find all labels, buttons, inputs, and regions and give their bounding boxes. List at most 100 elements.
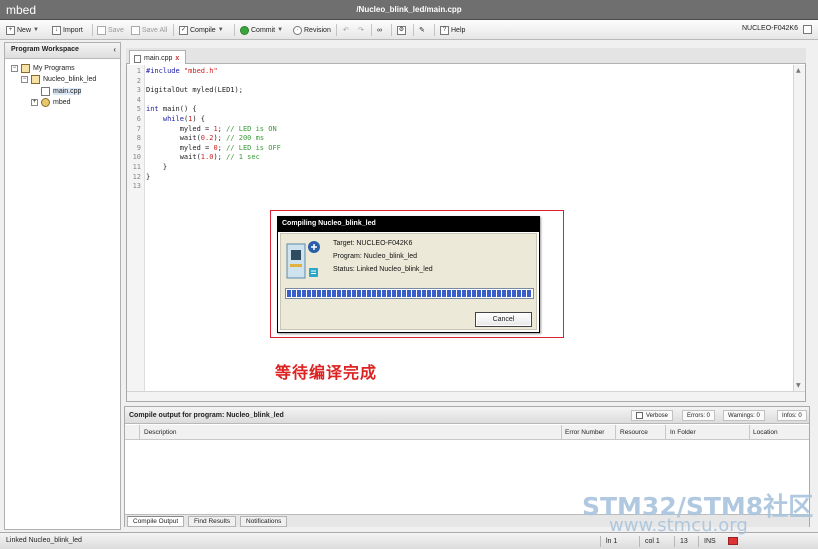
code-line[interactable]: while(1) { <box>146 115 791 125</box>
window-title: /Nucleo_blink_led/main.cpp <box>356 5 462 14</box>
dialog-body: Target: NUCLEO-F042K6 Program: Nucleo_bl… <box>280 233 537 330</box>
chevron-down-icon: ▼ <box>217 27 224 33</box>
expand-toggle-icon[interactable]: + <box>31 98 38 106</box>
status-flag-icon <box>728 537 738 545</box>
code-line[interactable] <box>146 182 791 192</box>
line-number: 1 <box>136 67 141 75</box>
watermark-url: www.stmcu.org <box>609 515 748 536</box>
collapse-icon[interactable]: ‹ <box>113 45 116 54</box>
line-number: 4 <box>136 95 141 104</box>
dialog-target: Target: NUCLEO-F042K6 <box>333 240 413 247</box>
dialog-program: Program: Nucleo_blink_led <box>333 253 418 260</box>
cpp-file-icon <box>134 54 141 63</box>
chevron-down-icon: ▼ <box>277 27 284 33</box>
warnings-count[interactable]: Warnings: 0 <box>723 410 765 421</box>
target-selector[interactable]: NUCLEO-F042K6 <box>742 25 798 32</box>
infos-count[interactable]: Infos: 0 <box>777 410 807 421</box>
line-number: 3 <box>136 86 141 95</box>
new-file-icon: + <box>6 25 15 35</box>
tab-find-results[interactable]: Find Results <box>188 516 237 527</box>
code-line[interactable]: wait(0.2); // 200 ms <box>146 134 791 144</box>
new-button[interactable]: + New ▼ <box>6 23 39 37</box>
close-icon[interactable]: x <box>175 55 179 62</box>
dialog-title: Compiling Nucleo_blink_led <box>278 217 539 232</box>
status-count: 13 <box>674 536 688 547</box>
status-line: ln 1 <box>600 536 617 547</box>
line-number: 10 <box>132 153 141 162</box>
column-description[interactable]: Description <box>144 429 177 436</box>
output-columns: Description Error Number Resource In Fol… <box>125 425 809 440</box>
code-line[interactable]: myled = 1; // LED is ON <box>146 125 791 135</box>
tab-compile-output[interactable]: Compile Output <box>127 516 185 527</box>
errors-count[interactable]: Errors: 0 <box>682 410 716 421</box>
tree-item-my-programs[interactable]: − My Programs <box>11 63 75 73</box>
code-line[interactable]: #include "mbed.h" <box>146 67 791 77</box>
code-line[interactable]: wait(1.0); // 1 sec <box>146 153 791 163</box>
checkbox-icon[interactable] <box>636 412 643 419</box>
status-column: col 1 <box>639 536 660 547</box>
title-bar: mbed /Nucleo_blink_led/main.cpp <box>0 0 818 20</box>
annotation-text: 等待编译完成 <box>275 363 378 382</box>
collapse-toggle-icon[interactable]: − <box>11 64 18 72</box>
status-mode: INS <box>698 536 716 547</box>
revision-button[interactable]: · Revision <box>293 23 331 37</box>
code-line[interactable]: } <box>146 163 791 173</box>
commit-button[interactable]: Commit ▼ <box>240 23 283 37</box>
tree-item-mbed-library[interactable]: + mbed <box>31 97 71 107</box>
code-line[interactable] <box>146 96 791 106</box>
progress-fill <box>287 290 532 297</box>
code-line[interactable]: int main() { <box>146 105 791 115</box>
tree-item-main-cpp[interactable]: main.cpp <box>41 86 82 96</box>
save-all-icon <box>131 25 140 35</box>
compile-dialog: Compiling Nucleo_blink_led Target: NUCLE… <box>277 216 540 333</box>
find-button[interactable]: ∞ <box>377 23 382 37</box>
tab-notifications[interactable]: Notifications <box>240 516 288 527</box>
line-number: 8 <box>136 134 141 143</box>
cancel-button[interactable]: Cancel <box>475 312 532 327</box>
tree-item-program[interactable]: − Nucleo_blink_led <box>21 74 96 84</box>
collapse-toggle-icon[interactable]: − <box>21 75 28 83</box>
target-board-icon[interactable] <box>803 25 812 34</box>
column-resource[interactable]: Resource <box>620 429 648 436</box>
commit-icon <box>240 25 249 35</box>
tab-main-cpp[interactable]: main.cpp x <box>129 50 187 64</box>
undo-button[interactable]: ↶ <box>343 23 349 37</box>
redo-button[interactable]: ↷ <box>358 23 364 37</box>
column-location[interactable]: Location <box>753 429 778 436</box>
code-line[interactable]: } <box>146 173 791 183</box>
save-all-button[interactable]: Save All <box>131 23 167 37</box>
output-header: Compile output for program: Nucleo_blink… <box>125 407 809 424</box>
import-icon: ↓ <box>52 25 61 35</box>
chevron-down-icon: ▼ <box>33 27 39 33</box>
line-number-gutter: 1 2 3 4 5 6 7 8 9 10 11 12 13 <box>127 65 145 391</box>
settings-icon: ⚙ <box>397 25 406 35</box>
toolbar: + New ▼ ↓ Import Save Save All ✓ Compile… <box>0 20 818 40</box>
wrench-icon: ✎ <box>419 27 425 34</box>
save-icon <box>97 25 106 35</box>
tools-button[interactable]: ✎ <box>419 23 425 37</box>
scroll-up-icon[interactable]: ▲ <box>796 67 801 74</box>
workspace-header: Program Workspace ‹ <box>5 43 120 59</box>
horizontal-scrollbar[interactable] <box>127 391 805 401</box>
compile-button[interactable]: ✓ Compile ▼ <box>179 23 224 37</box>
verbose-toggle[interactable]: Verbose <box>631 410 674 421</box>
column-error-number[interactable]: Error Number <box>565 429 604 436</box>
help-icon: ? <box>440 25 449 35</box>
code-line[interactable]: myled = 0; // LED is OFF <box>146 144 791 154</box>
editor-tab-bar: main.cpp x <box>126 48 806 64</box>
save-button[interactable]: Save <box>97 23 124 37</box>
column-in-folder[interactable]: In Folder <box>670 429 696 436</box>
undo-icon: ↶ <box>343 27 349 34</box>
import-button[interactable]: ↓ Import <box>52 23 83 37</box>
help-button[interactable]: ? Help <box>440 23 465 37</box>
line-number: 12 <box>132 172 141 181</box>
build-settings-button[interactable]: ⚙ <box>397 23 406 37</box>
line-number: 6 <box>136 115 141 123</box>
status-message: Linked Nucleo_blink_led <box>6 537 82 544</box>
vertical-scrollbar[interactable]: ▲ ▼ <box>793 65 805 391</box>
code-line[interactable]: DigitalOut myled(LED1); <box>146 86 791 96</box>
code-line[interactable] <box>146 77 791 87</box>
line-number: 11 <box>132 163 141 171</box>
scroll-down-icon[interactable]: ▼ <box>796 382 801 389</box>
compile-progress-bar <box>285 288 534 299</box>
